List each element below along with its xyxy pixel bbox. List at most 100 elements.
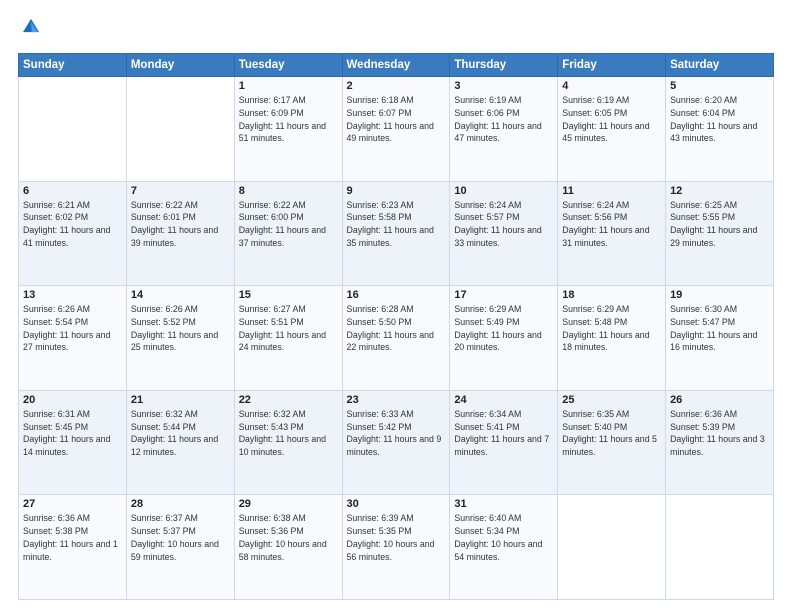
weekday-header-sunday: Sunday: [19, 54, 127, 77]
calendar: SundayMondayTuesdayWednesdayThursdayFrid…: [18, 53, 774, 600]
cell-info: Sunrise: 6:33 AM Sunset: 5:42 PM Dayligh…: [347, 408, 446, 459]
calendar-cell: 12 Sunrise: 6:25 AM Sunset: 5:55 PM Dayli…: [666, 181, 774, 286]
cell-info: Sunrise: 6:29 AM Sunset: 5:48 PM Dayligh…: [562, 303, 661, 354]
day-number: 26: [670, 394, 769, 406]
cell-info: Sunrise: 6:34 AM Sunset: 5:41 PM Dayligh…: [454, 408, 553, 459]
calendar-cell: 15 Sunrise: 6:27 AM Sunset: 5:51 PM Dayli…: [234, 286, 342, 391]
week-row-3: 13 Sunrise: 6:26 AM Sunset: 5:54 PM Dayli…: [19, 286, 774, 391]
calendar-cell: [19, 77, 127, 182]
day-number: 12: [670, 185, 769, 197]
calendar-cell: 11Sunrise: 6:24 AM Sunset: 5:56 PM Dayli…: [558, 181, 666, 286]
day-number: 3: [454, 80, 553, 92]
calendar-cell: 6 Sunrise: 6:21 AM Sunset: 6:02 PM Daylig…: [19, 181, 127, 286]
calendar-cell: 19 Sunrise: 6:30 AM Sunset: 5:47 PM Dayli…: [666, 286, 774, 391]
cell-info: Sunrise: 6:18 AM Sunset: 6:07 PM Dayligh…: [347, 94, 446, 145]
cell-info: Sunrise: 6:23 AM Sunset: 5:58 PM Dayligh…: [347, 199, 446, 250]
week-row-4: 20 Sunrise: 6:31 AM Sunset: 5:45 PM Dayli…: [19, 390, 774, 495]
day-number: 29: [239, 498, 338, 510]
logo-icon: [20, 16, 42, 38]
cell-info: Sunrise: 6:22 AM Sunset: 6:00 PM Dayligh…: [239, 199, 338, 250]
cell-info: Sunrise: 6:37 AM Sunset: 5:37 PM Dayligh…: [131, 512, 230, 563]
week-row-1: 1Sunrise: 6:17 AM Sunset: 6:09 PM Daylig…: [19, 77, 774, 182]
calendar-cell: 27Sunrise: 6:36 AM Sunset: 5:38 PM Dayli…: [19, 495, 127, 600]
day-number: 18: [562, 289, 661, 301]
cell-info: Sunrise: 6:24 AM Sunset: 5:56 PM Dayligh…: [562, 199, 661, 250]
cell-info: Sunrise: 6:32 AM Sunset: 5:44 PM Dayligh…: [131, 408, 230, 459]
day-number: 4: [562, 80, 661, 92]
cell-info: Sunrise: 6:20 AM Sunset: 6:04 PM Dayligh…: [670, 94, 769, 145]
day-number: 14: [131, 289, 230, 301]
calendar-cell: 23 Sunrise: 6:33 AM Sunset: 5:42 PM Dayli…: [342, 390, 450, 495]
day-number: 31: [454, 498, 553, 510]
day-number: 2: [347, 80, 446, 92]
cell-info: Sunrise: 6:26 AM Sunset: 5:52 PM Dayligh…: [131, 303, 230, 354]
cell-info: Sunrise: 6:40 AM Sunset: 5:34 PM Dayligh…: [454, 512, 553, 563]
calendar-cell: 18 Sunrise: 6:29 AM Sunset: 5:48 PM Dayli…: [558, 286, 666, 391]
calendar-cell: 29 Sunrise: 6:38 AM Sunset: 5:36 PM Dayli…: [234, 495, 342, 600]
cell-info: Sunrise: 6:36 AM Sunset: 5:39 PM Dayligh…: [670, 408, 769, 459]
day-number: 24: [454, 394, 553, 406]
calendar-cell: 21 Sunrise: 6:32 AM Sunset: 5:44 PM Dayli…: [126, 390, 234, 495]
cell-info: Sunrise: 6:30 AM Sunset: 5:47 PM Dayligh…: [670, 303, 769, 354]
cell-info: Sunrise: 6:24 AM Sunset: 5:57 PM Dayligh…: [454, 199, 553, 250]
weekday-header-wednesday: Wednesday: [342, 54, 450, 77]
day-number: 13: [23, 289, 122, 301]
calendar-cell: 28Sunrise: 6:37 AM Sunset: 5:37 PM Dayli…: [126, 495, 234, 600]
calendar-cell: 24 Sunrise: 6:34 AM Sunset: 5:41 PM Dayli…: [450, 390, 558, 495]
calendar-cell: 9 Sunrise: 6:23 AM Sunset: 5:58 PM Daylig…: [342, 181, 450, 286]
day-number: 22: [239, 394, 338, 406]
cell-info: Sunrise: 6:39 AM Sunset: 5:35 PM Dayligh…: [347, 512, 446, 563]
day-number: 9: [347, 185, 446, 197]
cell-info: Sunrise: 6:26 AM Sunset: 5:54 PM Dayligh…: [23, 303, 122, 354]
calendar-cell: 25Sunrise: 6:35 AM Sunset: 5:40 PM Dayli…: [558, 390, 666, 495]
cell-info: Sunrise: 6:17 AM Sunset: 6:09 PM Dayligh…: [239, 94, 338, 145]
calendar-cell: [126, 77, 234, 182]
day-number: 23: [347, 394, 446, 406]
cell-info: Sunrise: 6:32 AM Sunset: 5:43 PM Dayligh…: [239, 408, 338, 459]
weekday-header-friday: Friday: [558, 54, 666, 77]
cell-info: Sunrise: 6:28 AM Sunset: 5:50 PM Dayligh…: [347, 303, 446, 354]
calendar-cell: 16 Sunrise: 6:28 AM Sunset: 5:50 PM Dayli…: [342, 286, 450, 391]
cell-info: Sunrise: 6:22 AM Sunset: 6:01 PM Dayligh…: [131, 199, 230, 250]
day-number: 20: [23, 394, 122, 406]
calendar-cell: 10 Sunrise: 6:24 AM Sunset: 5:57 PM Dayli…: [450, 181, 558, 286]
calendar-cell: [666, 495, 774, 600]
cell-info: Sunrise: 6:19 AM Sunset: 6:06 PM Dayligh…: [454, 94, 553, 145]
calendar-cell: 31 Sunrise: 6:40 AM Sunset: 5:34 PM Dayli…: [450, 495, 558, 600]
calendar-cell: 8 Sunrise: 6:22 AM Sunset: 6:00 PM Daylig…: [234, 181, 342, 286]
day-number: 15: [239, 289, 338, 301]
calendar-cell: 17Sunrise: 6:29 AM Sunset: 5:49 PM Dayli…: [450, 286, 558, 391]
calendar-cell: 3 Sunrise: 6:19 AM Sunset: 6:06 PM Daylig…: [450, 77, 558, 182]
week-row-5: 27Sunrise: 6:36 AM Sunset: 5:38 PM Dayli…: [19, 495, 774, 600]
calendar-cell: 7Sunrise: 6:22 AM Sunset: 6:01 PM Daylig…: [126, 181, 234, 286]
cell-info: Sunrise: 6:21 AM Sunset: 6:02 PM Dayligh…: [23, 199, 122, 250]
cell-info: Sunrise: 6:29 AM Sunset: 5:49 PM Dayligh…: [454, 303, 553, 354]
day-number: 30: [347, 498, 446, 510]
day-number: 21: [131, 394, 230, 406]
day-number: 25: [562, 394, 661, 406]
weekday-header-monday: Monday: [126, 54, 234, 77]
logo: [18, 16, 44, 43]
day-number: 8: [239, 185, 338, 197]
day-number: 10: [454, 185, 553, 197]
calendar-cell: [558, 495, 666, 600]
calendar-cell: 2 Sunrise: 6:18 AM Sunset: 6:07 PM Daylig…: [342, 77, 450, 182]
day-number: 19: [670, 289, 769, 301]
header: [18, 16, 774, 43]
calendar-cell: 5 Sunrise: 6:20 AM Sunset: 6:04 PM Daylig…: [666, 77, 774, 182]
cell-info: Sunrise: 6:19 AM Sunset: 6:05 PM Dayligh…: [562, 94, 661, 145]
calendar-cell: 14 Sunrise: 6:26 AM Sunset: 5:52 PM Dayli…: [126, 286, 234, 391]
calendar-cell: 22 Sunrise: 6:32 AM Sunset: 5:43 PM Dayli…: [234, 390, 342, 495]
cell-info: Sunrise: 6:36 AM Sunset: 5:38 PM Dayligh…: [23, 512, 122, 563]
cell-info: Sunrise: 6:38 AM Sunset: 5:36 PM Dayligh…: [239, 512, 338, 563]
cell-info: Sunrise: 6:27 AM Sunset: 5:51 PM Dayligh…: [239, 303, 338, 354]
day-number: 5: [670, 80, 769, 92]
week-row-2: 6 Sunrise: 6:21 AM Sunset: 6:02 PM Daylig…: [19, 181, 774, 286]
cell-info: Sunrise: 6:25 AM Sunset: 5:55 PM Dayligh…: [670, 199, 769, 250]
cell-info: Sunrise: 6:31 AM Sunset: 5:45 PM Dayligh…: [23, 408, 122, 459]
calendar-cell: 4 Sunrise: 6:19 AM Sunset: 6:05 PM Daylig…: [558, 77, 666, 182]
weekday-header-saturday: Saturday: [666, 54, 774, 77]
calendar-cell: 1Sunrise: 6:17 AM Sunset: 6:09 PM Daylig…: [234, 77, 342, 182]
day-number: 6: [23, 185, 122, 197]
day-number: 16: [347, 289, 446, 301]
